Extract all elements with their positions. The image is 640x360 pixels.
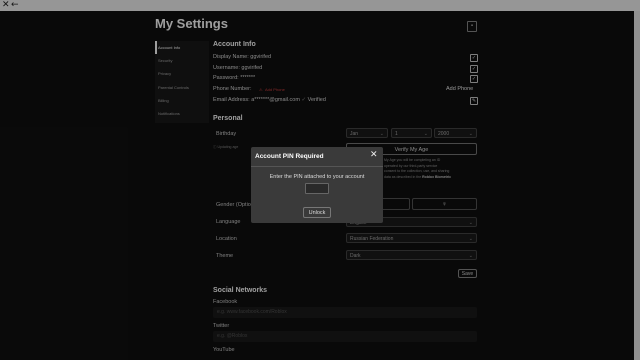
modal-message: Enter the PIN attached to your account	[269, 174, 365, 180]
account-pin-dialog: Account PIN Required ✕ Enter the PIN att…	[251, 147, 383, 223]
close-icon[interactable]: ✕	[370, 150, 378, 160]
pin-input[interactable]	[305, 183, 329, 194]
divider	[251, 166, 383, 167]
unlock-button[interactable]: Unlock	[303, 207, 331, 218]
modal-title: Account PIN Required	[255, 153, 324, 160]
